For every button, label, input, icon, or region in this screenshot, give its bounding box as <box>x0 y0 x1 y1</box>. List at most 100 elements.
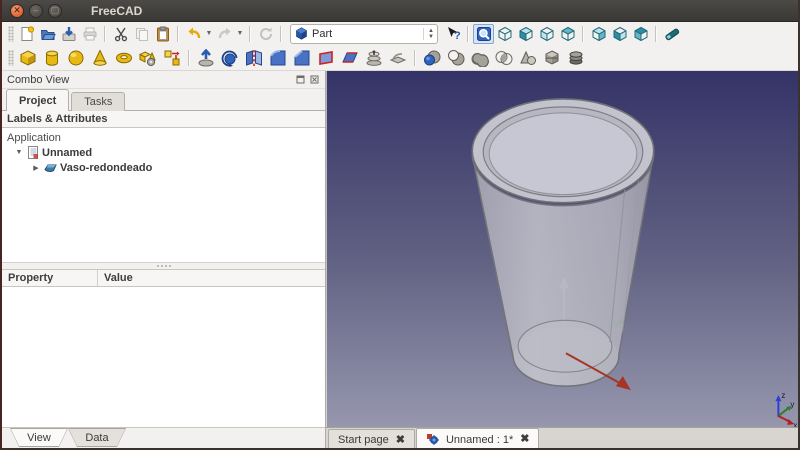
tab-data[interactable]: Data <box>68 428 126 447</box>
window-close-button[interactable]: ✕ <box>10 3 24 18</box>
workbench-spinner[interactable]: ▲ ▼ <box>423 27 434 40</box>
dock-close-button[interactable] <box>309 74 320 85</box>
mirror-icon <box>246 49 262 66</box>
tree-item-part[interactable]: ▶ Vaso-redondeado <box>7 160 325 175</box>
part-workbench-icon <box>296 27 307 40</box>
compound-button[interactable] <box>564 46 588 69</box>
tab-tasks[interactable]: Tasks <box>71 92 126 111</box>
toolbar-separator <box>249 25 251 42</box>
labels-attributes-header: Labels & Attributes <box>2 111 325 128</box>
3d-viewport[interactable]: z y x <box>326 71 798 427</box>
redo-button[interactable] <box>214 24 235 44</box>
create-primitives-button[interactable] <box>136 46 160 69</box>
boolean-cut-button[interactable] <box>444 46 468 69</box>
right-view-cube-icon <box>634 26 647 41</box>
tree-item-document[interactable]: ▼ Unnamed <box>7 145 325 160</box>
measure-distance-button[interactable] <box>661 24 682 44</box>
open-file-button[interactable] <box>37 24 58 44</box>
left-view-button[interactable] <box>609 24 630 44</box>
boolean-intersection-button[interactable] <box>492 46 516 69</box>
copy-button[interactable] <box>131 24 152 44</box>
new-file-button[interactable] <box>16 24 37 44</box>
tab-project[interactable]: Project <box>6 89 70 111</box>
section-button[interactable] <box>516 46 540 69</box>
mirror-button[interactable] <box>242 46 266 69</box>
panel-splitter[interactable] <box>2 263 325 270</box>
compound-icon <box>569 50 583 65</box>
combo-view-titlebar: Combo View <box>2 71 325 89</box>
revolve-icon <box>221 50 238 67</box>
print-icon <box>83 27 96 40</box>
undo-icon <box>188 27 200 38</box>
refresh-button[interactable] <box>255 24 276 44</box>
whats-this-icon: ? <box>447 26 461 42</box>
draw-style-button[interactable] <box>494 24 515 44</box>
fillet-icon <box>270 49 286 65</box>
value-column-header[interactable]: Value <box>98 270 325 286</box>
toolbar-grip[interactable] <box>8 25 14 42</box>
section-icon <box>520 50 536 65</box>
file-toolbar: ▼ ▼ Part ▲ ▼ ? <box>2 22 798 45</box>
right-view-button[interactable] <box>630 24 651 44</box>
box-primitive-button[interactable] <box>16 46 40 69</box>
cut-button[interactable] <box>110 24 131 44</box>
ruled-surface-button[interactable] <box>338 46 362 69</box>
torus-primitive-button[interactable] <box>112 46 136 69</box>
close-tab-icon[interactable]: ✖ <box>396 434 405 446</box>
rear-view-button[interactable] <box>588 24 609 44</box>
sweep-button[interactable] <box>386 46 410 69</box>
workbench-selector-value: Part <box>312 27 333 40</box>
toolbar-separator <box>414 49 416 66</box>
boolean-operation-button[interactable] <box>420 46 444 69</box>
tab-unnamed-document[interactable]: Unnamed : 1* ✖ <box>415 428 540 448</box>
expander-closed-icon[interactable]: ▶ <box>31 164 41 172</box>
cut-icon <box>114 27 127 41</box>
axonometric-view-button[interactable] <box>515 24 536 44</box>
close-tab-icon[interactable]: ✖ <box>520 434 529 445</box>
workbench-selector[interactable]: Part ▲ ▼ <box>290 23 438 44</box>
fillet-button[interactable] <box>266 46 290 69</box>
tab-start-page[interactable]: Start page ✖ <box>328 429 415 448</box>
loft-button[interactable] <box>362 46 386 69</box>
chamfer-button[interactable] <box>290 46 314 69</box>
rear-view-cube-icon <box>592 26 605 41</box>
top-view-button[interactable] <box>557 24 578 44</box>
part-toolbar <box>2 45 798 71</box>
save-file-button[interactable] <box>58 24 79 44</box>
boolean-union-button[interactable] <box>468 46 492 69</box>
front-view-button[interactable] <box>536 24 557 44</box>
tree-item-application[interactable]: Application <box>7 130 325 145</box>
refresh-icon <box>259 27 272 40</box>
paste-button[interactable] <box>152 24 173 44</box>
sphere-primitive-button[interactable] <box>64 46 88 69</box>
redo-dropdown-button[interactable]: ▼ <box>235 24 245 44</box>
cross-sections-button[interactable] <box>540 46 564 69</box>
toolbar-grip[interactable] <box>8 49 14 66</box>
undo-button[interactable] <box>183 24 204 44</box>
print-button[interactable] <box>79 24 100 44</box>
cone-primitive-button[interactable] <box>88 46 112 69</box>
cylinder-primitive-button[interactable] <box>40 46 64 69</box>
tab-view[interactable]: View <box>10 428 68 447</box>
undo-dropdown-button[interactable]: ▼ <box>204 24 214 44</box>
maximize-icon: ▢ <box>50 5 60 15</box>
view-data-tabbar: View Data <box>2 428 325 448</box>
dock-float-button[interactable] <box>295 74 306 85</box>
toolbar-separator <box>177 25 179 42</box>
whats-this-button[interactable]: ? <box>442 24 463 44</box>
wireframe-cube-icon <box>498 26 511 41</box>
make-face-button[interactable] <box>314 46 338 69</box>
combo-view-panel: Combo View Project Tasks Labels & Attrib… <box>2 71 326 448</box>
property-table-body[interactable] <box>2 287 325 428</box>
property-column-header[interactable]: Property <box>2 270 98 286</box>
new-file-icon <box>21 25 34 41</box>
window-minimize-button[interactable]: – <box>29 3 43 18</box>
expander-open-icon[interactable]: ▼ <box>14 149 24 156</box>
revolve-button[interactable] <box>218 46 242 69</box>
window-maximize-button[interactable]: ▢ <box>48 3 62 18</box>
extrude-button[interactable] <box>194 46 218 69</box>
fit-all-button[interactable] <box>473 23 494 44</box>
shape-builder-button[interactable] <box>160 46 184 69</box>
3d-scene: z y x <box>326 71 798 427</box>
chamfer-icon <box>294 49 310 65</box>
